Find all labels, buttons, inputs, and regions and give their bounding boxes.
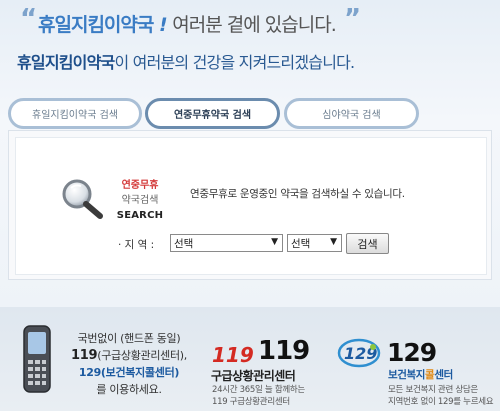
region-select-secondary-value: 선택 — [291, 237, 311, 250]
129-description-line1: 모든 보건복지 관련 상담은 — [388, 385, 478, 395]
search-label: 연중무휴 약국검색 SEARCH — [114, 178, 166, 223]
119-description: 24시간 365일 늘 함께하는 119 구급상황관리센터 — [212, 384, 305, 408]
chevron-down-icon: ▼ — [271, 237, 278, 247]
quote-close-mark: ” — [344, 4, 362, 34]
search-panel-inner: 연중무휴 약국검색 SEARCH — [15, 137, 487, 275]
tab-holiday-pharmacy[interactable]: 휴일지킴이약국 검색 — [8, 98, 142, 129]
119-number: 119 — [258, 336, 310, 366]
region-label: · 지 역 : — [118, 239, 155, 251]
subline-brand: 휴일지킴이약국 — [17, 53, 115, 72]
129-logo-icon: 129 — [337, 338, 381, 372]
region-select-secondary[interactable]: 선택 ▼ — [287, 234, 342, 252]
tab-year-round-pharmacy[interactable]: 연중무휴약국 검색 — [145, 98, 280, 129]
119-title: 구급상황관리센터 — [211, 369, 296, 383]
quote-open-mark: “ — [20, 4, 38, 34]
slogan-brand: 휴일지킴이약국 — [38, 14, 154, 36]
header: “ 휴일지킴이약국 ! 여러분 곁에 있습니다. ” 휴일지킴이약국이 여러분의… — [0, 0, 500, 90]
tab-bar: 휴일지킴이약국 검색 연중무휴약국 검색 심야약국 검색 — [8, 98, 488, 130]
phone-guide-line4: 를 이용하세요. — [96, 383, 162, 396]
slogan-rest: 여러분 곁에 있습니다. — [172, 14, 336, 36]
phone-guide-129-desc: (보건복지콜센터) — [100, 366, 180, 379]
mobile-phone-icon — [20, 324, 54, 394]
119-description-line1: 24시간 365일 늘 함께하는 — [212, 385, 305, 395]
phone-guide: 국번없이 (핸드폰 동일) 119(구급상황관리센터), 129(보건복지콜센터… — [58, 330, 200, 398]
region-select-primary-value: 선택 — [174, 237, 194, 250]
region-select-primary[interactable]: 선택 ▼ — [170, 234, 283, 252]
subline-rest: 이 여러분의 건강을 지켜드리겠습니다. — [114, 53, 355, 72]
search-label-line1: 연중무휴 — [121, 180, 159, 191]
129-description: 모든 보건복지 관련 상담은 지역번호 없이 129를 누르세요 — [388, 384, 494, 408]
119-logo-text: 119 — [212, 343, 254, 366]
slogan: 휴일지킴이약국 ! 여러분 곁에 있습니다. — [38, 10, 337, 37]
129-title-c: 센터 — [434, 369, 453, 381]
129-title-a: 보건복지 — [388, 369, 426, 381]
tab-night-pharmacy[interactable]: 심야약국 검색 — [284, 98, 419, 129]
119-logo-icon: 119 — [210, 342, 254, 370]
chevron-down-icon: ▼ — [330, 237, 337, 247]
slogan-exclamation: ! — [159, 14, 168, 36]
119-description-line2: 119 구급상황관리센터 — [212, 397, 290, 407]
search-label-line3: SEARCH — [116, 210, 164, 221]
search-button[interactable]: 검색 — [346, 233, 389, 254]
search-panel: 연중무휴 약국검색 SEARCH — [8, 130, 492, 280]
search-label-line2: 약국검색 — [121, 195, 159, 206]
129-number: 129 — [387, 338, 437, 367]
phone-guide-line3: 129(보건복지콜센터) — [58, 364, 200, 381]
129-description-line2: 지역번호 없이 129를 누르세요 — [388, 397, 494, 407]
search-description: 연중무휴로 운영중인 약국을 검색하실 수 있습니다. — [190, 188, 405, 200]
129-title: 보건복지콜센터 — [388, 367, 453, 382]
phone-guide-129: 129 — [78, 366, 101, 379]
phone-guide-119-desc: (구급상황관리센터), — [97, 349, 187, 362]
phone-guide-line2: 119(구급상황관리센터), — [58, 347, 200, 364]
phone-guide-119: 119 — [71, 348, 98, 363]
phone-guide-line1: 국번없이 (핸드폰 동일) — [77, 332, 181, 345]
129-title-b: 콜 — [425, 369, 435, 381]
subline: 휴일지킴이약국이 여러분의 건강을 지켜드리겠습니다. — [17, 49, 355, 73]
magnifier-icon — [60, 178, 106, 220]
